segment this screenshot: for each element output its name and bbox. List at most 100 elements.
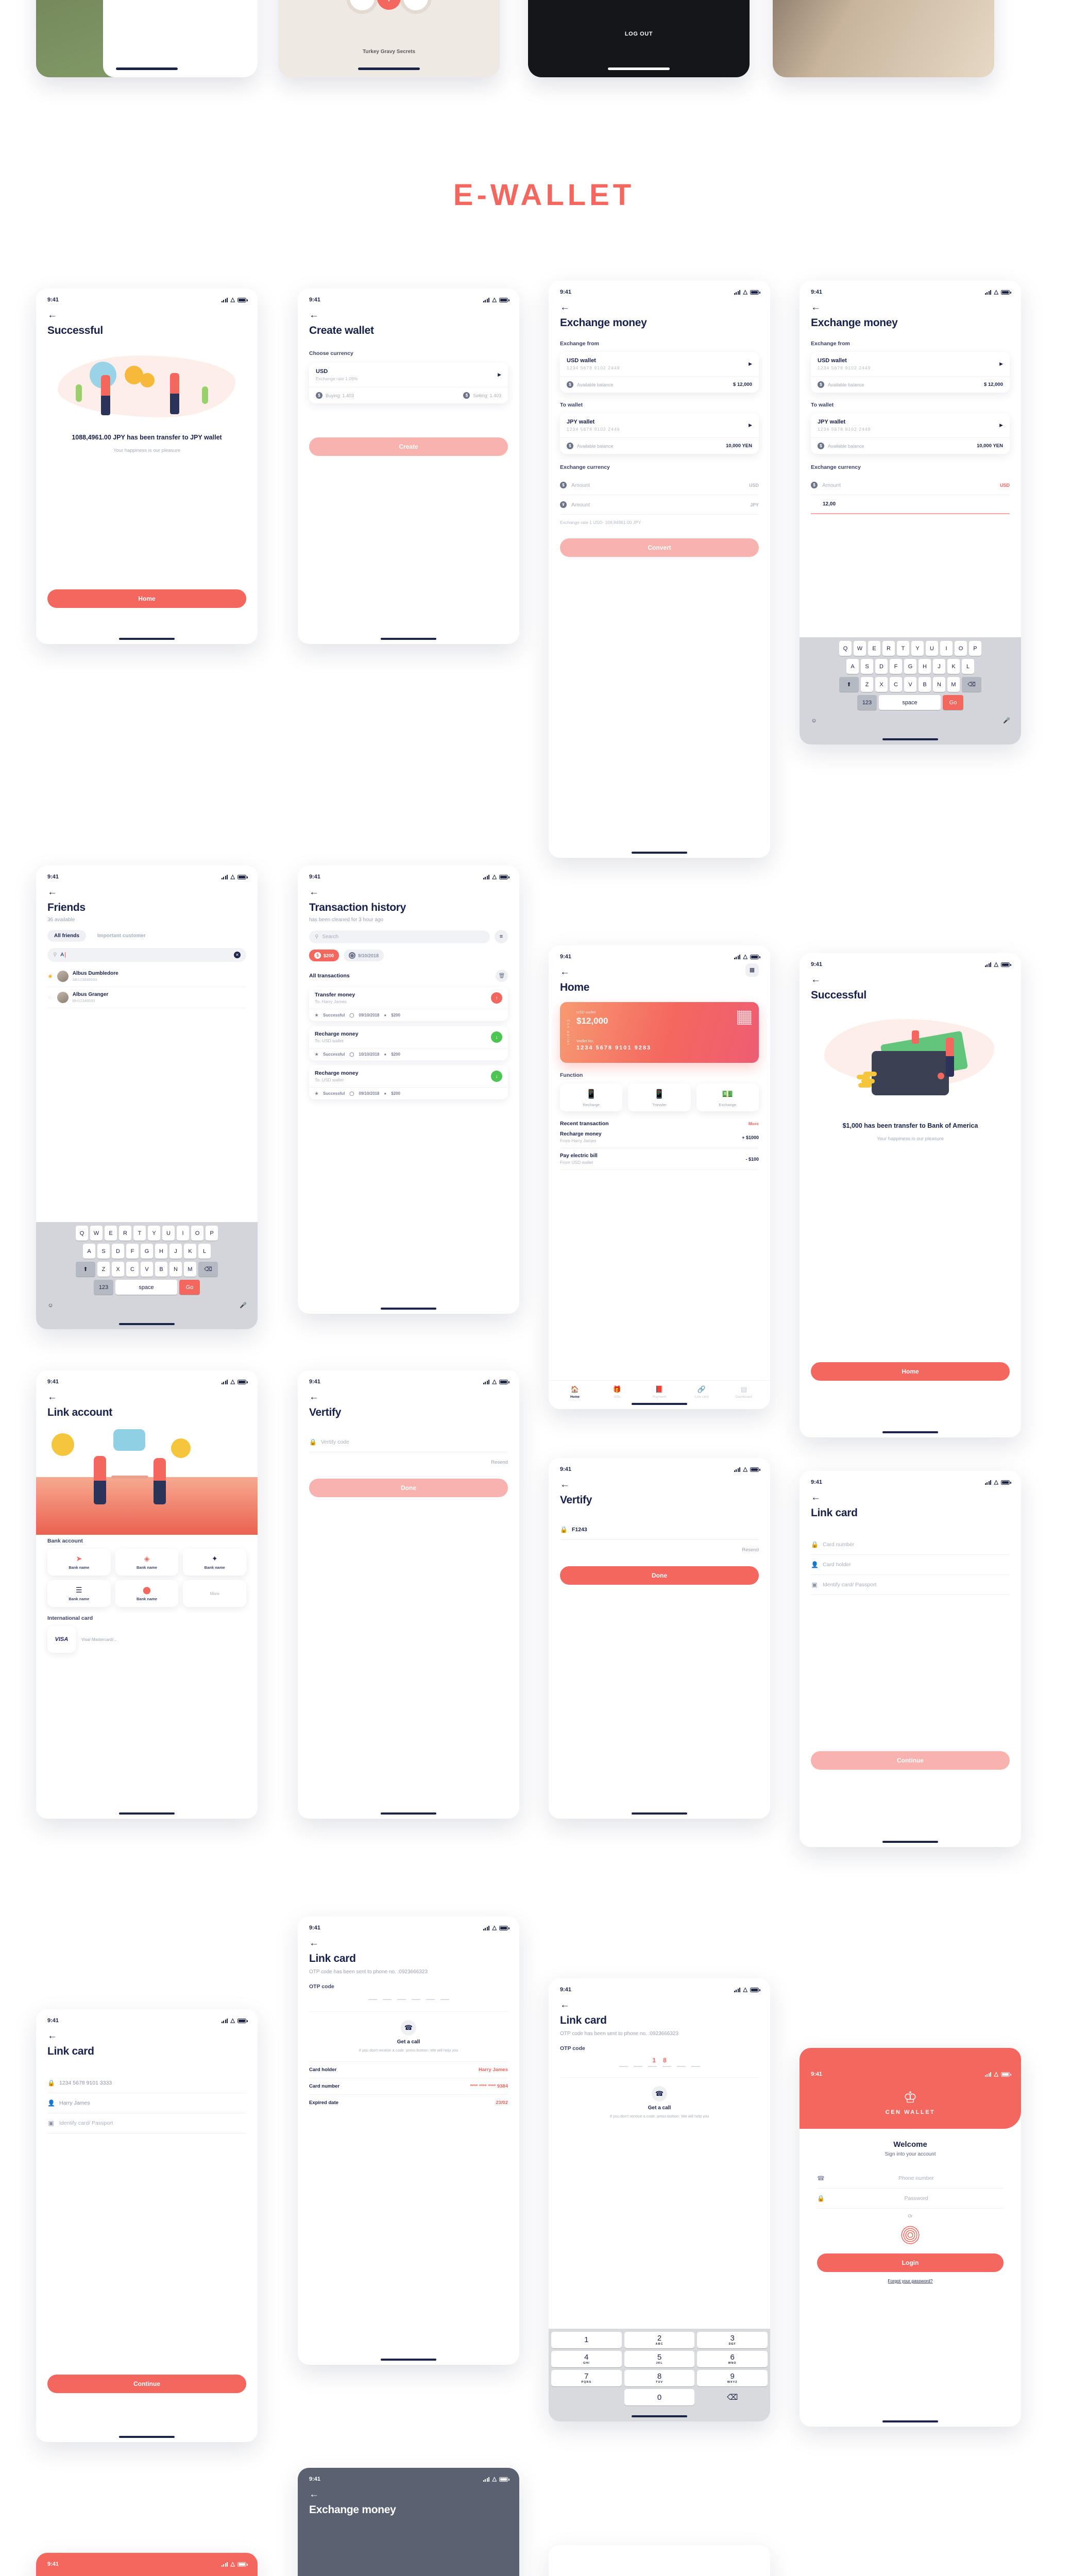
key-p[interactable]: P [206, 1226, 218, 1241]
key-g[interactable]: G [141, 1244, 153, 1259]
intl-card-option[interactable]: VISA [47, 1626, 76, 1653]
shift-icon[interactable]: ⬆ [839, 677, 859, 692]
fingerprint-icon[interactable] [899, 2223, 922, 2245]
back-button[interactable]: ← [309, 2489, 508, 2499]
back-button[interactable]: ← [560, 302, 759, 312]
key-r[interactable]: R [882, 641, 895, 656]
key-numeric-toggle[interactable]: 123 [857, 695, 877, 710]
key-m[interactable]: M [184, 1262, 196, 1277]
qr-scan-icon[interactable]: ▦ [745, 963, 759, 977]
continue-button[interactable]: Continue [811, 1751, 1010, 1770]
otp-slot[interactable] [440, 1999, 449, 2000]
key-t[interactable]: T [133, 1226, 146, 1241]
key-go[interactable]: Go [179, 1280, 200, 1295]
key-y[interactable]: Y [911, 641, 924, 656]
otp-slot[interactable] [397, 1999, 406, 2000]
tab-important-customer[interactable]: Important customer [91, 930, 152, 942]
amount-jpy-field[interactable]: ¥ Amount JPY [560, 495, 759, 515]
key-i[interactable]: I [940, 641, 953, 656]
key-p[interactable]: P [969, 641, 981, 656]
key-8[interactable]: 8 TUV [624, 2370, 695, 2386]
amount-active-field[interactable]: 12,00 [811, 495, 1010, 514]
back-button[interactable]: ← [309, 1392, 508, 1402]
list-item[interactable]: ★ Albus Dumbledore AB123848593 [47, 966, 246, 987]
bank-option[interactable]: ☰ Bank name [47, 1580, 111, 1607]
key-1[interactable]: 1 [551, 2332, 622, 2348]
key-s[interactable]: S [97, 1244, 110, 1259]
search-input[interactable]: ⚲ A ✕ [47, 948, 246, 962]
key-o[interactable]: O [191, 1226, 203, 1241]
function-exchange[interactable]: 💵 Exchange [696, 1083, 759, 1111]
continue-button[interactable]: Continue [47, 2375, 246, 2393]
back-button[interactable]: ← [309, 887, 508, 897]
back-button[interactable]: ← [811, 975, 1010, 985]
otp-input[interactable] [560, 2066, 759, 2067]
card-holder-field[interactable]: 👤 Card holder [811, 1555, 1010, 1575]
more-link[interactable]: More [749, 1121, 759, 1126]
back-button[interactable]: ← [560, 967, 570, 977]
home-button[interactable]: Home [47, 589, 246, 608]
emoji-icon[interactable]: ☺ [44, 1298, 57, 1313]
back-button[interactable]: ← [309, 310, 508, 320]
key-x[interactable]: X [875, 677, 888, 692]
key-k[interactable]: K [184, 1244, 196, 1259]
nav-home[interactable]: 🏠 Home [554, 1385, 596, 1399]
nav-payment[interactable]: 📕 Payment [638, 1385, 681, 1399]
table-row[interactable]: Recharge money To: USD wallet ↓ ★ Success… [309, 1026, 508, 1060]
key-u[interactable]: U [162, 1226, 175, 1241]
card-number-field[interactable]: 🔒 1234 5678 9101 3333 [47, 2073, 246, 2093]
otp-slot[interactable] [411, 1999, 420, 2000]
key-x[interactable]: X [112, 1262, 124, 1277]
star-icon[interactable]: ☆ [47, 994, 53, 1001]
delete-icon[interactable]: 🗑 [496, 970, 508, 982]
key-q[interactable]: Q [76, 1226, 88, 1241]
shift-icon[interactable]: ⬆ [76, 1262, 95, 1277]
key-numeric-toggle[interactable]: 123 [94, 1280, 113, 1295]
key-v[interactable]: V [904, 677, 916, 692]
card-holder-field[interactable]: 👤 Harry James [47, 2093, 246, 2113]
bank-option[interactable]: ➤ Bank name [47, 1549, 111, 1575]
key-g[interactable]: G [904, 659, 916, 674]
phone-number-field[interactable]: ☎ Phone number [817, 2168, 1004, 2189]
microphone-icon[interactable]: 🎤 [1000, 713, 1013, 728]
key-9[interactable]: 9 WXYZ [697, 2370, 768, 2386]
bank-option[interactable]: ⬤ Bank name [115, 1580, 179, 1607]
done-button[interactable]: Done [309, 1479, 508, 1497]
back-button[interactable]: ← [47, 310, 246, 320]
otp-slot[interactable] [633, 2066, 642, 2067]
search-input[interactable]: ⚲ Search [309, 930, 490, 943]
list-item[interactable]: ☆ Albus Granger BH12348593 [47, 987, 246, 1008]
to-wallet-card[interactable]: JPY wallet 1234 5678 9102 2449 ▶ $ Avail… [811, 413, 1010, 454]
backspace-icon[interactable]: ⌫ [962, 677, 981, 692]
back-button[interactable]: ← [811, 302, 1010, 312]
key-0[interactable]: 0 [624, 2389, 695, 2405]
key-v[interactable]: V [141, 1262, 153, 1277]
microphone-icon[interactable]: 🎤 [237, 1298, 249, 1313]
get-a-call-block[interactable]: ☎ Get a call If you don't receive a code… [309, 2012, 508, 2061]
key-space[interactable]: space [879, 695, 941, 710]
onscreen-keyboard[interactable]: Q W E R T Y U I O P A S D F G H J K L ⬆ … [36, 1222, 258, 1329]
create-button[interactable]: Create [309, 437, 508, 456]
vertify-code-field[interactable]: 🔒 Vertify code [309, 1432, 508, 1452]
key-l[interactable]: L [962, 659, 974, 674]
forgot-password-link[interactable]: Forgot your password? [817, 2278, 1004, 2283]
back-button[interactable]: ← [47, 1392, 246, 1402]
key-j[interactable]: J [933, 659, 945, 674]
key-r[interactable]: R [119, 1226, 131, 1241]
back-button[interactable]: ← [811, 1493, 1010, 1502]
nav-dashboard[interactable]: ▤ Dashboard [723, 1385, 765, 1399]
key-w[interactable]: W [854, 641, 866, 656]
identity-field[interactable]: ▣ Identify card/ Passport [811, 1575, 1010, 1595]
amount-usd-field-empty[interactable]: $ Amount USD [811, 476, 1010, 495]
back-button[interactable]: ← [560, 1480, 759, 1489]
backspace-icon[interactable]: ⌫ [697, 2389, 768, 2405]
wallet-card[interactable]: Cen wallet USD wallet $12,000 Wallet No.… [560, 1002, 759, 1063]
otp-slot[interactable] [382, 1999, 392, 2000]
function-transfer[interactable]: 📱 Transfer [628, 1083, 691, 1111]
table-row[interactable]: Transfer money To: Harry James ↑ ★ Succes… [309, 987, 508, 1021]
home-button[interactable]: Home [811, 1362, 1010, 1381]
card-number-field[interactable]: 🔒 Card number [811, 1535, 1010, 1555]
resend-link[interactable]: Resend [560, 1547, 759, 1553]
resend-link[interactable]: Resend [309, 1460, 508, 1465]
key-k[interactable]: K [947, 659, 960, 674]
